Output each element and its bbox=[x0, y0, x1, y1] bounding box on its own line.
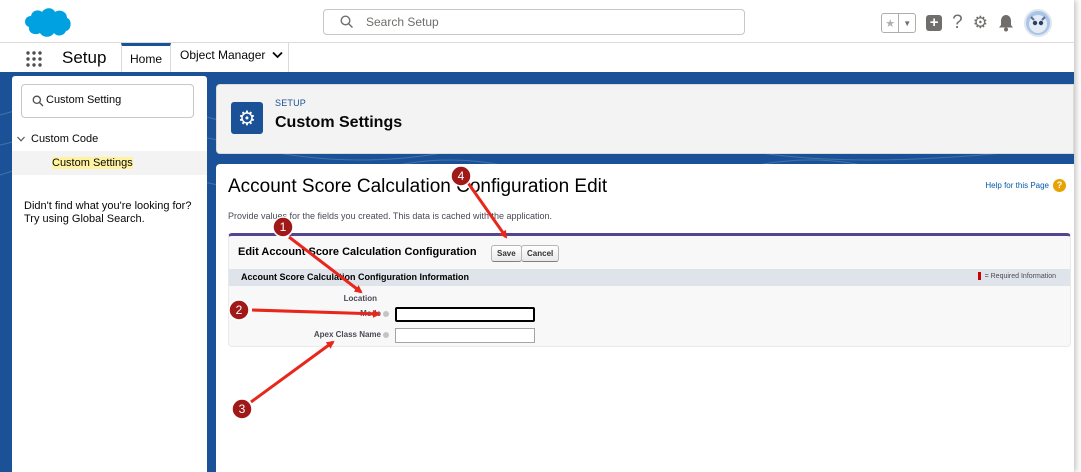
field-label-mode-text: Mode bbox=[360, 309, 381, 318]
content-card: Account Score Calculation Configuration … bbox=[216, 164, 1074, 472]
section-header: Account Score Calculation Configuration … bbox=[229, 269, 1070, 286]
block-title: Edit Account Score Calculation Configura… bbox=[238, 246, 477, 258]
astro-avatar-icon bbox=[1029, 15, 1047, 33]
search-icon bbox=[340, 15, 353, 28]
tab-object-manager[interactable]: Object Manager bbox=[180, 48, 284, 62]
help-link-label[interactable]: Help for this Page bbox=[985, 181, 1049, 190]
tab-object-manager-label: Object Manager bbox=[180, 48, 266, 62]
help-question-icon[interactable]: ? bbox=[952, 13, 963, 32]
global-header: Search Setup ★ ▼ + ? ⚙ bbox=[0, 0, 1074, 43]
field-label-apex-class-name-text: Apex Class Name bbox=[313, 330, 381, 339]
salesforce-setup-page: Search Setup ★ ▼ + ? ⚙ Setup Home Object… bbox=[0, 0, 1074, 472]
page-description: Provide values for the fields you create… bbox=[228, 211, 553, 221]
section-title: Account Score Calculation Configuration … bbox=[241, 272, 470, 282]
setup-gear-icon[interactable]: ⚙ bbox=[973, 13, 988, 33]
salesforce-logo[interactable] bbox=[22, 6, 72, 38]
global-search[interactable]: Search Setup bbox=[323, 9, 745, 35]
page-title: Custom Settings bbox=[275, 114, 403, 131]
chevron-down-icon[interactable] bbox=[272, 51, 284, 59]
app-name: Setup bbox=[62, 48, 107, 67]
page-eyebrow: SETUP bbox=[275, 98, 307, 108]
cancel-button[interactable]: Cancel bbox=[521, 245, 560, 262]
header-utility-icons: ★ ▼ + ? ⚙ bbox=[881, 9, 1052, 37]
app-launcher-icon[interactable] bbox=[26, 51, 42, 67]
mode-input[interactable] bbox=[395, 307, 535, 322]
field-label-mode: Mode bbox=[360, 309, 389, 318]
tree-item-label: Custom Settings bbox=[52, 157, 133, 169]
apex-class-name-input[interactable] bbox=[395, 328, 535, 343]
tree-node-label: Custom Code bbox=[31, 133, 99, 145]
field-help-icon[interactable] bbox=[383, 310, 389, 317]
edit-page-block: Edit Account Score Calculation Configura… bbox=[228, 233, 1071, 347]
favorites-dropdown-icon[interactable]: ▼ bbox=[898, 14, 915, 32]
tree-node-custom-code[interactable]: Custom Code bbox=[17, 133, 98, 145]
edit-page-title: Account Score Calculation Configuration … bbox=[228, 176, 608, 197]
field-help-icon[interactable] bbox=[383, 331, 389, 338]
field-label-location-text: Location bbox=[343, 294, 377, 303]
notifications-bell-icon[interactable] bbox=[998, 14, 1014, 32]
global-actions-plus-icon[interactable]: + bbox=[926, 15, 943, 31]
required-legend-text: = Required Information bbox=[984, 272, 1056, 280]
chevron-down-icon[interactable] bbox=[17, 136, 25, 142]
quick-find-input[interactable]: Custom Setting bbox=[21, 84, 194, 118]
search-placeholder: Search Setup bbox=[366, 15, 439, 29]
star-icon[interactable]: ★ bbox=[882, 14, 898, 32]
app-navigation: Setup Home Object Manager bbox=[0, 43, 1074, 75]
tree-item-custom-settings[interactable]: Custom Settings bbox=[12, 151, 207, 175]
user-avatar[interactable] bbox=[1024, 9, 1052, 37]
save-button[interactable]: Save bbox=[491, 245, 522, 262]
search-icon bbox=[32, 95, 44, 107]
field-label-location: Location bbox=[344, 294, 377, 303]
quick-find-value: Custom Setting bbox=[46, 94, 122, 106]
page-header: ⚙ SETUP Custom Settings bbox=[216, 84, 1074, 154]
field-label-apex-class-name: Apex Class Name bbox=[314, 330, 389, 339]
gear-icon: ⚙ bbox=[231, 102, 263, 134]
tab-home[interactable]: Home bbox=[121, 43, 171, 72]
not-found-help-text: Didn't find what you're looking for? Try… bbox=[24, 200, 192, 225]
help-question-icon[interactable]: ? bbox=[1053, 179, 1066, 192]
required-marker bbox=[977, 272, 981, 280]
help-for-this-page-link[interactable]: Help for this Page ? bbox=[985, 179, 1066, 192]
favorites-control[interactable]: ★ ▼ bbox=[881, 13, 917, 33]
required-legend: = Required Information bbox=[977, 272, 1056, 280]
setup-sidebar: Custom Setting Custom Code Custom Settin… bbox=[12, 76, 207, 472]
nav-divider bbox=[288, 43, 289, 72]
